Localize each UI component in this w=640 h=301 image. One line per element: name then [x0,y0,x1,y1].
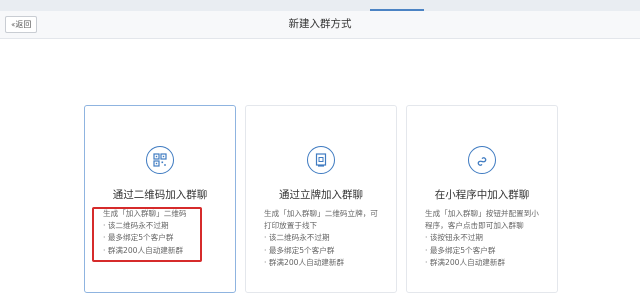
card-title: 在小程序中加入群聊 [434,189,530,201]
desc-line: 生成「加入群聊」按钮并配置到小 [425,209,539,218]
page-title: 新建入群方式 [288,18,352,30]
desc-line: · 群满200人自动建新群 [264,257,345,267]
card-title: 通过二维码加入群聊 [112,189,208,201]
miniprogram-icon [468,146,496,174]
card-description: 生成「加入群聊」按钮并配置到小 程序，客户点击即可加入群聊 · 该按钮永不过期 … [425,208,547,269]
desc-line: · 群满200人自动建新群 [425,257,506,267]
card-description: 生成「加入群聊」二维码立牌，可 打印放置于线下 · 该二维码永不过期 · 最多绑… [264,208,386,269]
desc-line: · 最多绑定5个客户群 [264,245,335,255]
desc-line: · 该二维码永不过期 [264,233,330,243]
desc-line: · 最多绑定5个客户群 [425,245,496,255]
desc-line: 生成「加入群聊」二维码立牌，可 [264,209,378,218]
desc-line: 打印放置于线下 [264,221,318,231]
annotation-highlight-box [92,207,202,262]
card-title: 通过立牌加入群聊 [279,189,363,201]
browser-tab-strip [0,0,640,11]
card-qrcode-join[interactable]: 通过二维码加入群聊 生成「加入群聊」二维码 · 该二维码永不过期 · 最多绑定5… [84,105,236,293]
card-miniprogram-join[interactable]: 在小程序中加入群聊 生成「加入群聊」按钮并配置到小 程序，客户点击即可加入群聊 … [406,105,558,293]
page-header: ‹‹ 返回 新建入群方式 [0,11,640,39]
desc-line: 程序，客户点击即可加入群聊 [425,221,524,231]
standee-icon [307,146,335,174]
card-standee-join[interactable]: 通过立牌加入群聊 生成「加入群聊」二维码立牌，可 打印放置于线下 · 该二维码永… [245,105,397,293]
qrcode-icon [146,146,174,174]
desc-line: · 该按钮永不过期 [425,233,483,243]
